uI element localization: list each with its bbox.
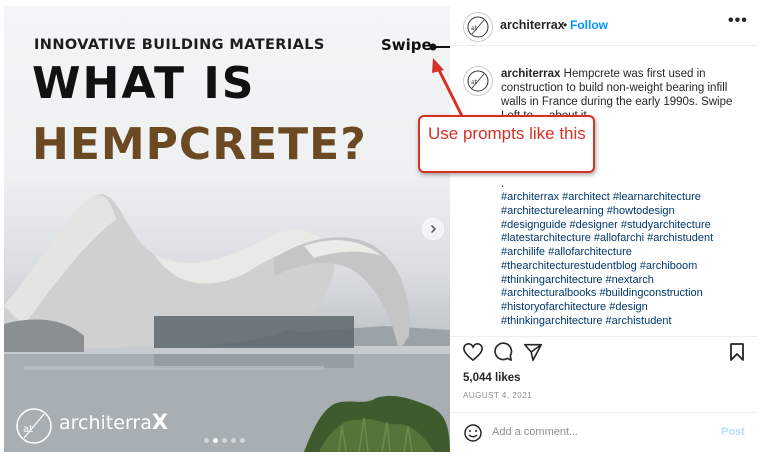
more-options-button[interactable]: ••• [728, 12, 748, 30]
hashtag-line[interactable]: #latestarchitecture #allofarchi #archist… [501, 232, 751, 246]
post-kicker: INNOVATIVE BUILDING MATERIALS [34, 37, 325, 53]
carousel-dots [204, 438, 245, 443]
comment-input[interactable] [492, 423, 712, 441]
bookmark-icon[interactable] [729, 342, 745, 362]
annotation-callout: Use prompts like this [418, 115, 595, 173]
follow-button[interactable]: Follow [570, 18, 608, 32]
avatar[interactable]: at [463, 66, 493, 96]
annotation-text: Use prompts like this [428, 124, 586, 143]
caption-username[interactable]: architerrax [501, 68, 560, 80]
post-title-line2: HEMPCRETE? [32, 119, 367, 170]
header-username[interactable]: architerrax [500, 18, 565, 32]
hashtag-line[interactable]: #designguide #designer #studyarchitectur… [501, 219, 751, 233]
emoji-icon[interactable] [463, 423, 483, 443]
carousel-dot [213, 438, 218, 443]
hashtag-line[interactable]: #archilife #allofarchitecture [501, 246, 751, 260]
hashtag-line[interactable]: #thearchitecturestudentblog #archiboom [501, 260, 751, 274]
hashtag-line[interactable]: #architerrax #architect #learnarchitectu… [501, 191, 751, 205]
hashtag-list: #architerrax #architect #learnarchitectu… [501, 191, 751, 329]
comment-bar: Post [450, 412, 758, 452]
hashtag-line[interactable]: #thinkingarchitecture #nextarch [501, 274, 751, 288]
hashtag-line[interactable]: #historyofarchitecture #design [501, 301, 751, 315]
likes-count[interactable]: 5,044 likes [463, 372, 521, 384]
hashtag-line[interactable]: #architecturelearning #howtodesign [501, 205, 751, 219]
hashtag-line[interactable]: #thinkingarchitecture #archistudent [501, 315, 751, 329]
post-image-carousel[interactable]: INNOVATIVE BUILDING MATERIALS WHAT IS HE… [4, 6, 450, 452]
hashtag-line[interactable]: #architecturalbooks #buildingconstructio… [501, 287, 751, 301]
architerrax-avatar-icon: at [467, 16, 489, 38]
carousel-dot [222, 438, 227, 443]
heart-icon[interactable] [462, 342, 484, 362]
post-side-panel: at architerrax • Follow ••• at architerr… [450, 6, 758, 452]
carousel-dot [231, 438, 236, 443]
swipe-label: Swipe [381, 36, 432, 54]
brand-x: X [151, 410, 169, 434]
post-header: at architerrax • Follow ••• [450, 6, 758, 46]
swipe-arrow-icon [429, 43, 450, 51]
action-bar [450, 336, 758, 366]
caption-section: at architerrax Hempcrete was first used … [450, 56, 758, 336]
avatar[interactable]: at [463, 12, 493, 42]
architerrax-avatar-icon: at [467, 70, 489, 92]
architerrax-logo: at [16, 408, 52, 444]
carousel-dot [204, 438, 209, 443]
comment-icon[interactable] [493, 342, 513, 362]
carousel-dot [240, 438, 245, 443]
svg-text:at: at [23, 424, 33, 435]
post-date: AUGUST 4, 2021 [463, 391, 533, 400]
brand-wordmark: architerraX [59, 410, 168, 434]
header-separator: • [563, 18, 568, 32]
post-comment-button[interactable]: Post [721, 426, 745, 438]
brand-text: architerra [59, 412, 152, 434]
caption-period: . [501, 178, 505, 190]
chevron-right-icon [430, 224, 437, 234]
svg-text:at: at [471, 25, 478, 32]
post-title-line1: WHAT IS [32, 58, 256, 109]
next-slide-button[interactable] [422, 218, 444, 240]
share-icon[interactable] [523, 342, 543, 362]
svg-text:at: at [471, 79, 478, 86]
